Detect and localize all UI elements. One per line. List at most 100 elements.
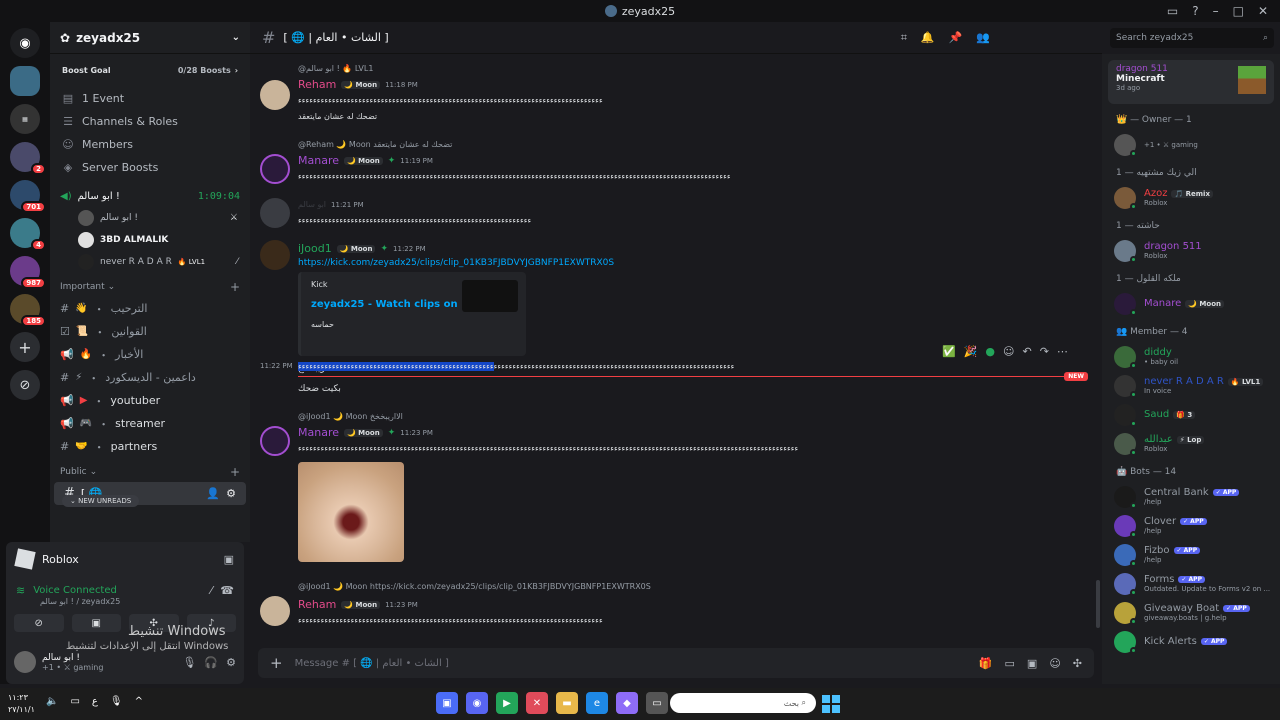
headphones-icon[interactable]: 🎧 [204, 656, 218, 669]
add-channel-icon[interactable]: + [230, 465, 240, 479]
speaker-icon[interactable]: 🔈 [46, 696, 58, 707]
bell-icon[interactable]: 🔔 [921, 31, 935, 45]
server-icon[interactable]: ▦ [10, 104, 40, 134]
clock[interactable]: ١١:٢٣ ٢٧/١١/١ [8, 692, 35, 716]
taskbar-app-icon[interactable]: ▣ [436, 692, 458, 714]
voice-user[interactable]: ابو سالم ! ⚔ [50, 207, 250, 229]
username[interactable]: iJood1 [298, 242, 332, 255]
gear-icon[interactable]: ⚙ [226, 487, 236, 500]
username[interactable]: Manare [298, 426, 339, 439]
add-channel-icon[interactable]: + [230, 280, 240, 294]
reply-preview[interactable]: @ابو سالم ! 🔥 LVL1 [298, 64, 373, 73]
avatar[interactable] [14, 651, 36, 673]
member-row[interactable]: Forms ✓ APP Outdated. Update to Forms v2 o… [1102, 569, 1280, 598]
discord-taskbar-icon[interactable]: ◉ [466, 692, 488, 714]
server-icon[interactable]: 4 [10, 218, 46, 251]
member-row[interactable]: Saud 🎁 3 [1102, 400, 1280, 429]
message-link[interactable]: https://kick.com/zeyadx25/clips/clip_01K… [298, 258, 614, 268]
server-icon[interactable]: 2 [10, 142, 46, 175]
server-icon[interactable]: 185 [10, 294, 46, 327]
nav-events[interactable]: ▤ 1 Event [50, 87, 250, 110]
attach-plus-icon[interactable]: + [270, 654, 283, 672]
avatar[interactable] [260, 80, 290, 110]
reply-preview[interactable]: @Reham 🌙 Moon تضحك له عشان مايتعقد [298, 140, 452, 149]
new-unreads-pill[interactable]: ⌄ NEW UNREADS [62, 495, 140, 507]
taskbar-app-icon[interactable]: ▶ [496, 692, 518, 714]
channel-welcome[interactable]: # 👋 ・ الترحيب [50, 297, 250, 320]
message-input[interactable]: Message # [ 🌐 | الشات • العام ] [295, 658, 449, 669]
member-row[interactable]: Azoz 🎵 Remix Roblox [1102, 183, 1280, 212]
member-row[interactable]: dragon 511 Roblox [1102, 236, 1280, 265]
message-composer[interactable]: + Message # [ 🌐 | الشات • العام ] 🎁 ▭ ▣ … [258, 648, 1094, 678]
member-row[interactable]: Manare 🌙 Moon [1102, 289, 1280, 318]
members-icon[interactable]: 👥 [976, 31, 990, 45]
member-row[interactable]: Clover ✓ APP/help [1102, 511, 1280, 540]
taskbar-app-icon[interactable]: ▭ [646, 692, 668, 714]
chevron-up-icon[interactable]: ^ [135, 696, 143, 707]
taskbar-search-input[interactable]: بحث ⌕ [670, 693, 816, 713]
voice-user[interactable]: 3BD ALMALIK [50, 229, 250, 251]
disconnect-icon[interactable]: ☎ [220, 584, 234, 597]
windows-start-icon[interactable] [822, 695, 840, 713]
pin-icon[interactable]: 📌 [949, 31, 963, 45]
activity-card[interactable]: Roblox ▣ [6, 542, 244, 576]
emoji-icon[interactable]: ☺ [1049, 657, 1060, 670]
channel-rules[interactable]: ☑ 📜 ・ القوانين [50, 320, 250, 343]
discover-icon[interactable]: ⊘ [10, 370, 40, 400]
microphone-icon[interactable]: 🎙 [182, 656, 196, 669]
server-icon[interactable]: 987 [10, 256, 46, 289]
username[interactable]: Manare [298, 154, 339, 167]
add-reaction-icon[interactable]: ☺ [1003, 345, 1014, 358]
screaming-cat-image[interactable] [298, 462, 404, 562]
microphone-icon[interactable]: 🎙 [110, 696, 123, 707]
voice-channel[interactable]: ◀) ابو سالم ! 1:09:04 [50, 185, 250, 207]
scrollbar[interactable] [1096, 580, 1100, 628]
member-row[interactable]: Central Bank ✓ APP/help [1102, 482, 1280, 511]
threads-icon[interactable]: ⌗ [901, 31, 907, 45]
add-member-icon[interactable]: 👤 [206, 487, 220, 500]
channel-youtuber[interactable]: 📢 ▶ ・ youtuber [50, 389, 250, 412]
reply-icon[interactable]: ↶ [1022, 345, 1031, 358]
channel-streamer[interactable]: 📢 🎮 ・ streamer [50, 412, 250, 435]
server-header[interactable]: ✿ zeyadx25 ⌄ [50, 22, 250, 54]
reply-preview[interactable]: @iJood1 🌙 Moon الااريبخخخ [298, 412, 403, 421]
avatar[interactable] [260, 240, 290, 270]
screen-share-icon[interactable]: ▣ [224, 553, 234, 566]
gear-icon[interactable]: ⚙ [226, 656, 236, 669]
discord-home-icon[interactable]: ◉ [10, 28, 40, 58]
link-embed[interactable]: Kick zeyadx25 - Watch clips on Kick حماس… [298, 272, 526, 356]
reply-preview[interactable]: @iJood1 🌙 Moon https://kick.com/zeyadx25… [298, 582, 651, 591]
username[interactable]: Reham [298, 598, 336, 611]
check-reaction-icon[interactable]: ✅ [942, 345, 956, 358]
add-server-icon[interactable]: + [10, 332, 40, 362]
forward-icon[interactable]: ↷ [1040, 345, 1049, 358]
help-icon[interactable]: ? [1192, 4, 1198, 18]
avatar[interactable] [260, 596, 290, 626]
close-icon[interactable]: ✕ [1258, 4, 1268, 18]
taskbar-app-icon[interactable]: ✕ [526, 692, 548, 714]
voice-user[interactable]: never R A D A R 🔥 LVL1 ⁄ [50, 251, 250, 273]
member-row[interactable]: Kick Alerts ✓ APP [1102, 627, 1280, 656]
channel-partners[interactable]: # 🤝 ・ partners [50, 435, 250, 458]
gif-icon[interactable]: ▭ [1005, 657, 1015, 670]
avatar[interactable] [260, 426, 290, 456]
minimize-icon[interactable]: – [1213, 4, 1219, 18]
avatar[interactable] [260, 198, 290, 228]
avatar[interactable] [260, 154, 290, 184]
member-row[interactable]: +1 • ⚔ gaming [1102, 130, 1280, 159]
member-row[interactable]: عبدالله ⚡ Lop Roblox [1102, 429, 1280, 458]
language-indicator[interactable]: ع [92, 696, 98, 707]
screen-share-button[interactable]: ▣ [71, 614, 121, 632]
maximize-icon[interactable]: □ [1233, 4, 1244, 18]
username[interactable]: Reham [298, 78, 336, 91]
network-icon[interactable]: ▭ [70, 696, 79, 707]
channel-news[interactable]: 📢 🔥 ・ الأخبار [50, 343, 250, 366]
username[interactable]: ابو سالم [298, 200, 326, 209]
nav-channels-roles[interactable]: ☰ Channels & Roles [50, 110, 250, 133]
member-row[interactable]: never R A D A R 🔥 LVL1 In voice [1102, 371, 1280, 400]
gift-icon[interactable]: 🎁 [979, 657, 993, 670]
activity-card[interactable]: dragon 511 Minecraft 3d ago [1108, 60, 1274, 104]
green-circle-reaction-icon[interactable]: ● [985, 345, 995, 358]
inbox-icon[interactable]: ▭ [1167, 4, 1178, 18]
noise-suppression-icon[interactable]: ⁄ [210, 584, 212, 597]
